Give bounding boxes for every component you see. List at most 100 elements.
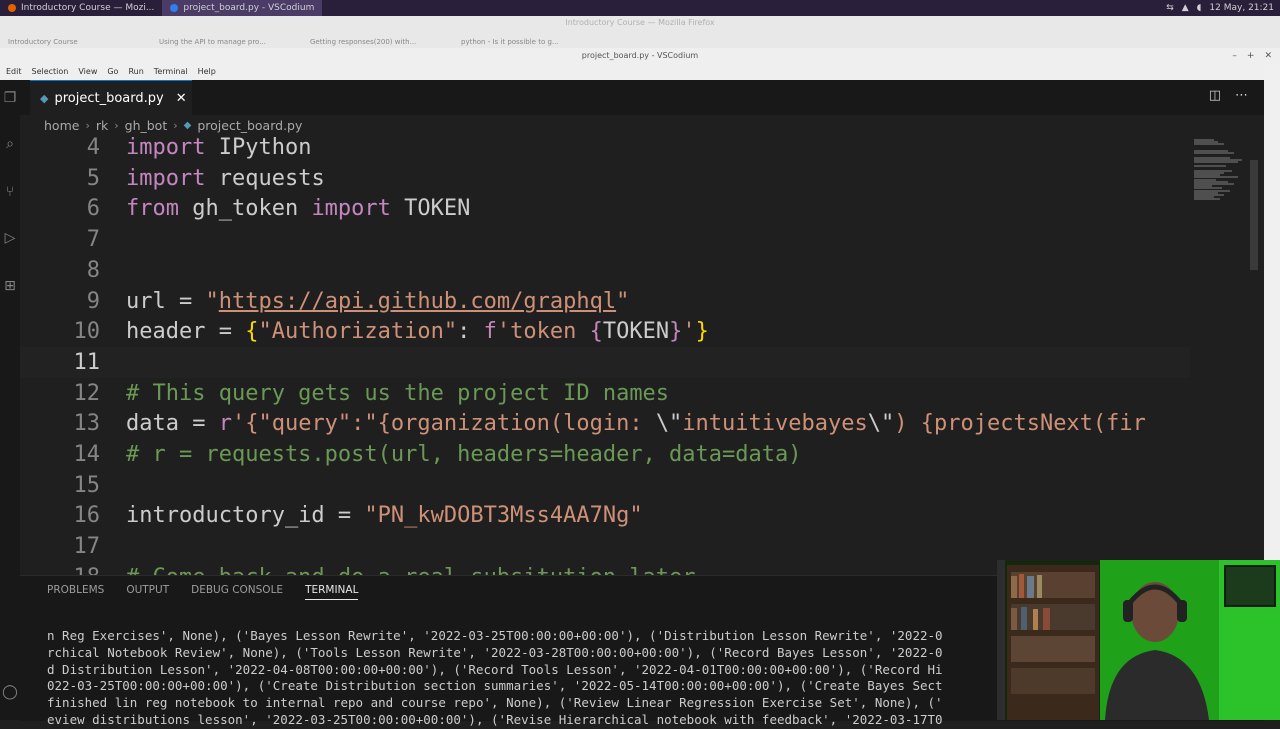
tab-terminal[interactable]: TERMINAL [305,584,359,600]
firefox-icon [8,4,16,12]
chevron-right-icon: › [173,118,178,132]
account-icon[interactable]: ◯ [0,684,20,704]
taskbar-task-firefox[interactable]: Introductory Course — Mozi... [0,0,162,16]
firefox-window: Introductory Course — Mozilla Firefox In… [0,16,1280,52]
code-line[interactable]: 9 url = "https://api.github.com/graphql" [20,286,1190,317]
code-text: url = "https://api.github.com/graphql" [126,286,629,317]
taskbar-task-label: project_board.py - VSCodium [183,3,315,13]
terminal-line: n Reg Exercises', None), ('Bayes Lesson … [47,628,943,643]
code-token: intuitivebayes [682,411,868,437]
menu-edit[interactable]: Edit [2,64,26,80]
code-line[interactable]: 17 [20,531,1190,562]
editor-scrollbar[interactable] [1250,135,1264,575]
code-line[interactable]: 14 # r = requests.post(url, headers=heade… [20,439,1190,470]
close-icon[interactable]: ✕ [176,91,187,106]
menu-help[interactable]: Help [194,64,220,80]
minimize-icon[interactable]: – [1232,48,1237,64]
clock[interactable]: 12 May, 21:21 [1209,3,1274,13]
menu-view[interactable]: View [74,64,101,80]
code-token: import [126,135,206,160]
code-line[interactable]: 15 [20,470,1190,501]
run-debug-icon[interactable]: ▷ [0,230,20,250]
code-token: https://api.github.com/graphql [218,288,617,314]
code-token: " [616,288,630,314]
code-line[interactable]: 4 import IPython [20,135,1190,163]
minimap[interactable] [1190,135,1250,575]
code-line[interactable]: 12 # This query gets us the project ID na… [20,378,1190,409]
system-tray: ⇆ ▲ ◖ 12 May, 21:21 [1166,3,1280,13]
menu-go[interactable]: Go [103,64,122,80]
tab-project-board[interactable]: ◆ project_board.py ✕ [30,80,192,115]
tab-problems[interactable]: PROBLEMS [47,584,104,600]
breadcrumb-item[interactable]: home [44,118,79,133]
code-token: { [589,319,603,345]
python-file-icon: ◆ [40,91,49,105]
more-actions-icon[interactable]: ⋯ [1235,88,1248,103]
terminal-line: 022-03-25T00:00:00+00:00'), ('Create Dis… [47,678,943,694]
code-token: TOKEN [390,196,471,222]
code-line[interactable]: 11 [20,346,1190,378]
maximize-icon[interactable]: + [1247,48,1255,64]
firefox-tab[interactable]: Getting responses(200) with... [302,38,453,46]
menu-run[interactable]: Run [124,64,147,80]
tab-debug-console[interactable]: DEBUG CONSOLE [191,584,283,600]
tab-label: project_board.py [54,90,164,106]
editor-tab-bar: ◆ project_board.py ✕ ◫ ⋯ [20,80,1264,115]
taskbar-task-label: Introductory Course — Mozi... [21,3,155,13]
line-number: 16 [73,503,101,529]
code-token: from [126,196,179,222]
code-token: data = [126,411,219,437]
menu-selection[interactable]: Selection [28,64,73,80]
code-token: " [205,288,219,314]
code-token: # Come back and do a real subsitution la… [126,565,696,575]
minimap-line [1194,143,1224,146]
close-window-icon[interactable]: ✕ [1264,48,1272,64]
breadcrumb-item[interactable]: rk [96,118,108,133]
code-line[interactable]: 5 import requests [20,163,1190,194]
code-text: introductory_id = "PN_kwDOBT3Mss4AA7Ng" [126,500,643,531]
code-line[interactable]: 13 data = r'{"query":"{organization(login… [20,408,1190,439]
terminal-line: d Distribution Lesson', '2022-04-08T00:0… [47,661,943,677]
scrollbar-thumb[interactable] [1250,160,1258,270]
terminal-output[interactable]: n Reg Exercises', None), ('Bayes Lesson … [47,628,1047,729]
line-number: 14 [73,442,101,467]
code-token: r [218,411,232,437]
code-line[interactable]: 10 header = {"Authorization": f'token {TO… [20,316,1190,347]
code-token: # r = requests.post(url, headers=header,… [126,442,802,467]
code-token: } [695,319,709,345]
code-line[interactable]: 6 from gh_token import TOKEN [20,193,1190,224]
tab-output[interactable]: OUTPUT [126,584,169,600]
line-number: 4 [86,135,100,160]
panel-tabs: PROBLEMS OUTPUT DEBUG CONSOLE TERMINAL [47,584,359,600]
code-editor[interactable]: 4 import IPython 5 import requests 6 from gh_… [20,135,1190,575]
os-taskbar: Introductory Course — Mozi... project_bo… [0,0,1280,16]
menu-terminal[interactable]: Terminal [150,64,192,80]
search-icon[interactable]: ⌕ [0,136,20,156]
firefox-tab[interactable]: python - Is it possible to g... [453,38,604,46]
code-token: } [669,319,683,345]
breadcrumb-item[interactable]: project_board.py [197,118,302,133]
code-token: "PN_kwDOBT3Mss4AA7Ng" [364,503,643,529]
extensions-icon[interactable]: ⊞ [0,278,20,298]
line-number: 8 [86,257,100,283]
source-control-icon[interactable]: ⑂ [0,184,20,204]
firefox-tab[interactable]: Introductory Course [0,38,151,46]
code-line[interactable]: 8 [20,255,1190,286]
code-line[interactable]: 7 [20,224,1190,255]
split-editor-icon[interactable]: ◫ [1209,88,1221,103]
explorer-icon[interactable]: ❐ [0,90,20,110]
code-text: import requests [126,163,325,194]
line-number: 17 [73,534,101,560]
breadcrumb-item[interactable]: gh_bot [125,118,168,133]
firefox-tab[interactable]: Using the API to manage pro... [151,38,302,46]
taskbar-task-vscodium[interactable]: project_board.py - VSCodium [162,0,323,16]
network-icon[interactable]: ⇆ [1166,3,1174,13]
volume-icon[interactable]: ◖ [1197,3,1202,13]
window-title: project_board.py - VSCodium [581,51,699,60]
breadcrumb: home › rk › gh_bot › ◆ project_board.py [44,115,302,135]
activity-bar: ❐ ⌕ ⑂ ▷ ⊞ ◯ [0,80,20,720]
code-line[interactable]: 16 introductory_id = "PN_kwDOBT3Mss4AA7Ng… [20,500,1190,531]
line-number: 11 [73,349,101,375]
code-token: 'token [496,319,590,345]
notification-icon[interactable]: ▲ [1182,3,1189,13]
